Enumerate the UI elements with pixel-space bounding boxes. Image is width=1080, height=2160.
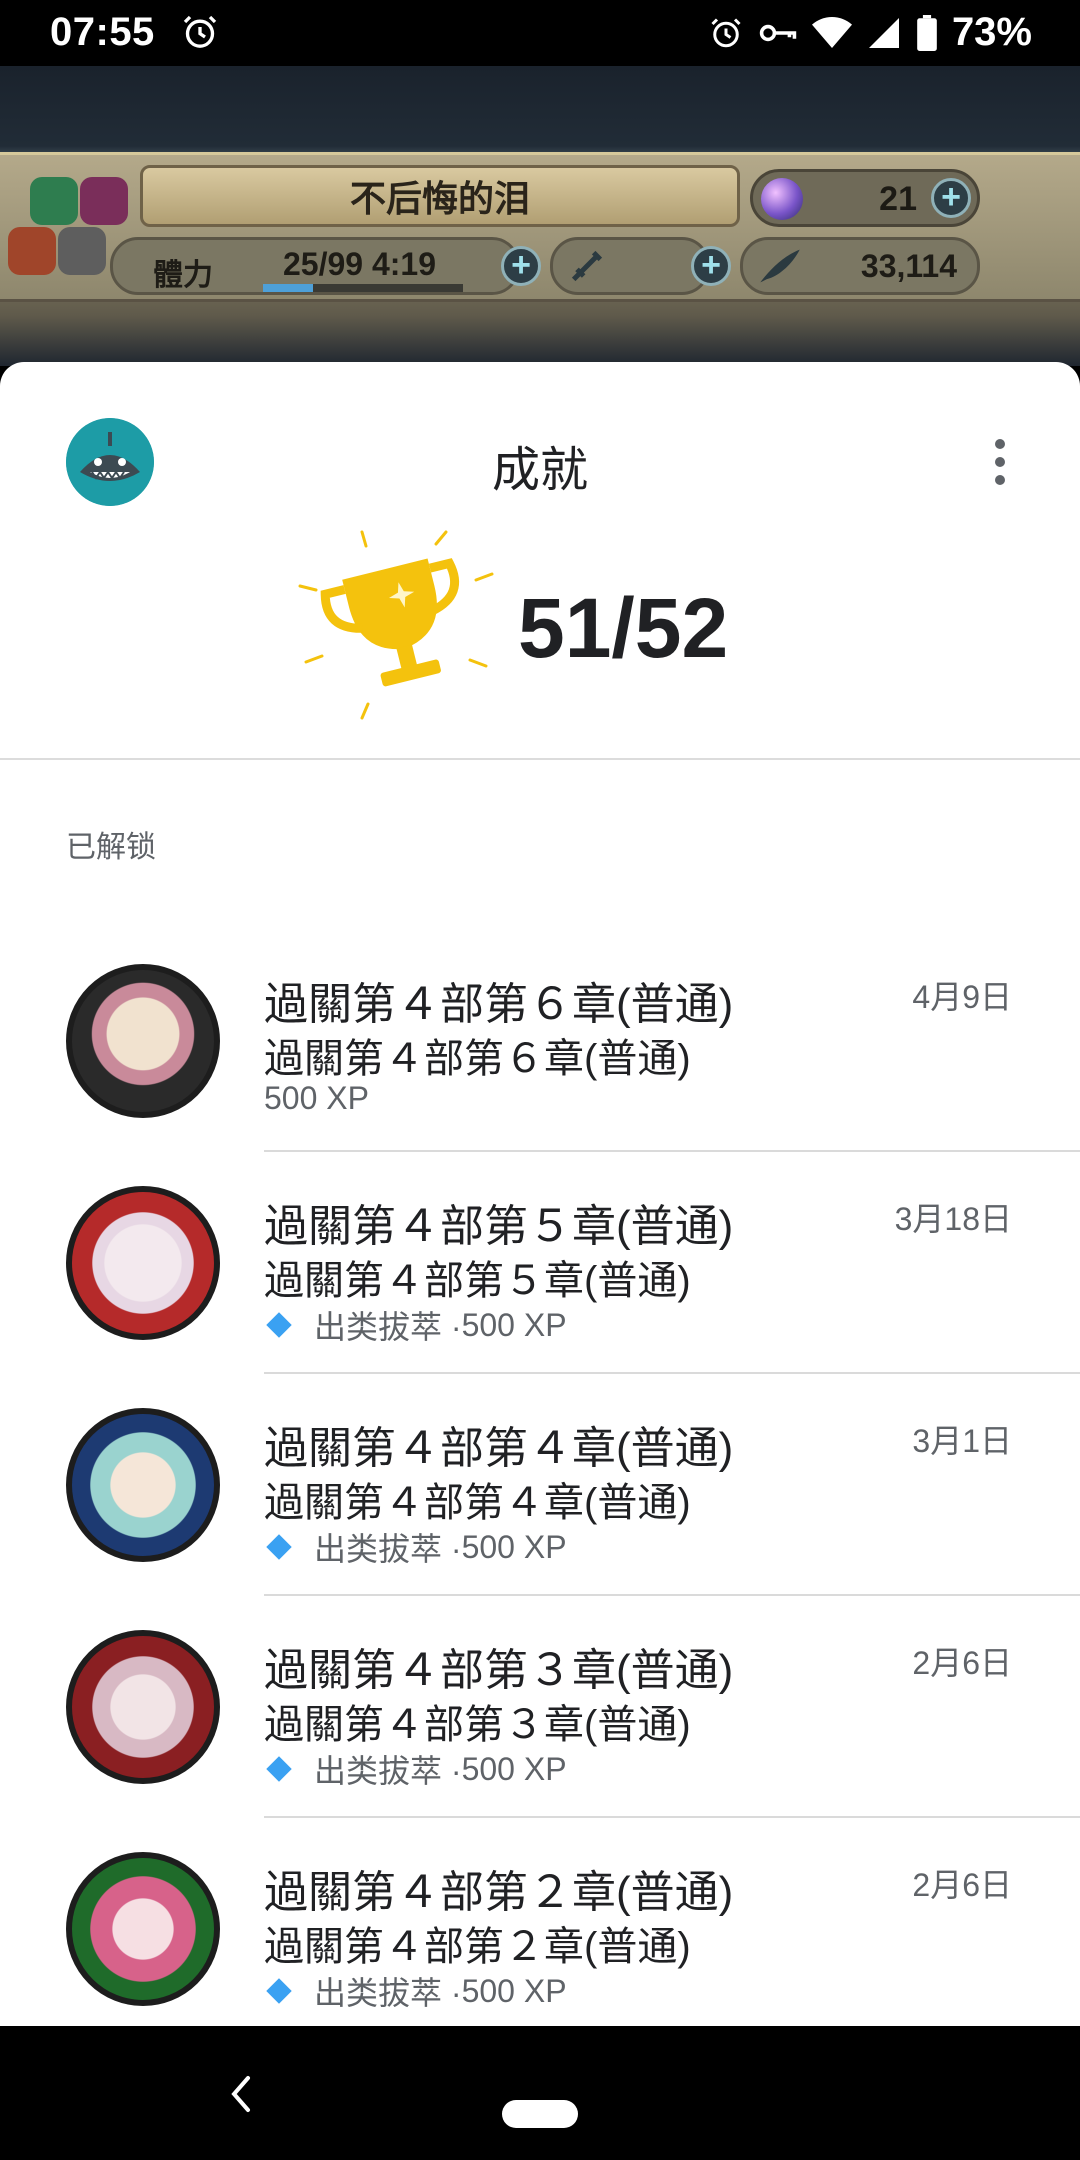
- achievement-meta: 出类拔萃 · 500 XP: [264, 1302, 567, 1348]
- feather-count: 33,114: [860, 248, 957, 284]
- back-icon[interactable]: [226, 2074, 256, 2114]
- battery-percent: 73%: [951, 10, 1032, 54]
- game-hud: 不后悔的泪 21 + 體力 25/99 4:19 + + 33,114: [0, 152, 1080, 302]
- achievement-description: 過關第４部第３章(普通): [264, 1703, 691, 1747]
- list-item[interactable]: 過關第４部第５章(普通) 過關第４部第５章(普通) 出类拔萃 · 500 XP …: [0, 1152, 1080, 1374]
- achievement-meta: 出类拔萃 · 500 XP: [264, 1524, 567, 1570]
- orb-counter: 21 +: [750, 169, 980, 227]
- wifi-icon: [811, 16, 852, 48]
- page-title: 成就: [491, 444, 588, 497]
- signal-icon: [868, 17, 899, 48]
- rarity-icon: [266, 1978, 292, 2004]
- add-swords-button[interactable]: +: [691, 246, 731, 286]
- stamina-box: 體力 25/99 4:19 +: [110, 237, 541, 295]
- achievement-date: 4月9日: [912, 979, 1012, 1015]
- list-item[interactable]: 過關第４部第３章(普通) 過關第４部第３章(普通) 出类拔萃 · 500 XP …: [0, 1596, 1080, 1818]
- alarm-icon: [711, 17, 741, 47]
- achievement-date: 3月1日: [912, 1423, 1012, 1459]
- achievement-description: 過關第４部第５章(普通): [264, 1259, 691, 1303]
- achievement-title: 過關第４部第５章(普通): [264, 1202, 734, 1251]
- achievements-sheet: 成就 51/52 已解锁 過關第４部第６章(普通) 過關第４部第６章(普通) 5…: [0, 362, 1080, 2026]
- achievement-description: 過關第４部第４章(普通): [264, 1481, 691, 1525]
- list-item[interactable]: 過關第４部第２章(普通) 過關第４部第２章(普通) 出类拔萃 · 500 XP …: [0, 1818, 1080, 2026]
- achievement-title: 過關第４部第４章(普通): [264, 1424, 734, 1473]
- achievement-title: 過關第４部第６章(普通): [264, 980, 734, 1029]
- duel-sword-box: +: [550, 237, 731, 295]
- feather-box: 33,114: [740, 237, 980, 295]
- add-orbs-button[interactable]: +: [931, 178, 971, 218]
- trophy-icon: [298, 530, 494, 720]
- achievement-list: 過關第４部第６章(普通) 過關第４部第６章(普通) 500 XP 4月9日 過關…: [0, 930, 1080, 2026]
- achievement-date: 2月6日: [912, 1867, 1012, 1903]
- achievement-description: 過關第４部第６章(普通): [264, 1037, 691, 1081]
- vpn-key-icon: [759, 24, 797, 41]
- sword-icon: [571, 250, 603, 282]
- navigation-bar: [0, 2026, 1080, 2160]
- achievement-badge: [66, 1630, 220, 1784]
- achievement-badge: [66, 1408, 220, 1562]
- more-vert-icon[interactable]: [990, 438, 1010, 486]
- home-pill-button[interactable]: [502, 2100, 578, 2128]
- rarity-icon: [266, 1756, 292, 1782]
- element-icon: [80, 177, 128, 225]
- stamina-value: 25/99 4:19: [283, 246, 437, 282]
- stamina-bar: [263, 284, 463, 292]
- feather-icon: [760, 249, 800, 283]
- element-icon: [8, 227, 56, 275]
- section-label: 已解锁: [66, 831, 156, 864]
- achievement-badge: [66, 1186, 220, 1340]
- achievement-title: 過關第４部第３章(普通): [264, 1646, 734, 1695]
- achievement-meta: 出类拔萃 · 500 XP: [264, 1746, 567, 1792]
- list-item[interactable]: 過關第４部第６章(普通) 過關第４部第６章(普通) 500 XP 4月9日: [0, 930, 1080, 1152]
- alarm-icon: [183, 15, 217, 48]
- orb-icon: [761, 178, 803, 220]
- element-icon: [58, 227, 106, 275]
- achievement-score: 51/52: [518, 581, 729, 675]
- achievement-badge: [66, 964, 220, 1118]
- game-background: 不后悔的泪 21 + 體力 25/99 4:19 + + 33,114: [0, 66, 1080, 366]
- achievement-meta: 出类拔萃 · 500 XP: [264, 1968, 567, 2014]
- status-bar: 07:55 73%: [0, 0, 1080, 66]
- game-resources: 體力 25/99 4:19 + + 33,114: [110, 237, 990, 295]
- achievement-badge: [66, 1852, 220, 2006]
- achievement-description: 過關第４部第２章(普通): [264, 1925, 691, 1969]
- element-icon: [30, 177, 78, 225]
- battery-icon: [917, 14, 937, 51]
- add-stamina-button[interactable]: +: [501, 246, 541, 286]
- sheet-header: 成就 51/52: [0, 362, 1080, 760]
- achievement-meta: 500 XP: [264, 1080, 369, 1116]
- list-item[interactable]: 過關第４部第４章(普通) 過關第４部第４章(普通) 出类拔萃 · 500 XP …: [0, 1374, 1080, 1596]
- orb-count: 21: [879, 180, 917, 218]
- achievement-date: 3月18日: [894, 1201, 1012, 1237]
- game-stage-banner: 不后悔的泪: [140, 165, 740, 227]
- achievement-title: 過關第４部第２章(普通): [264, 1868, 734, 1917]
- stamina-label: 體力: [153, 259, 213, 292]
- rarity-icon: [266, 1534, 292, 1560]
- achievement-date: 2月6日: [912, 1645, 1012, 1681]
- game-stage-title: 不后悔的泪: [349, 178, 530, 219]
- status-time: 07:55: [50, 10, 155, 54]
- rarity-icon: [266, 1312, 292, 1338]
